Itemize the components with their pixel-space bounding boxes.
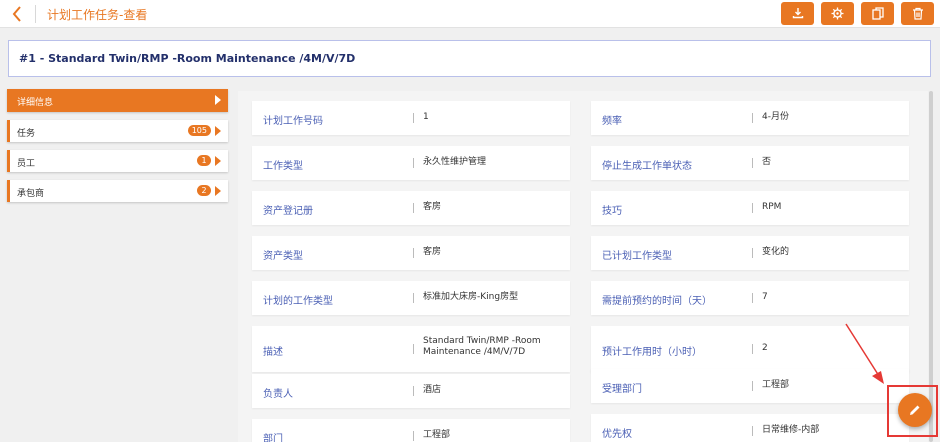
field-value: 变化的	[762, 247, 790, 257]
details-panel: 计划工作号码 1 工作类型 永久性维护管理 资产登记册 客房 资产类型 客房 计…	[238, 91, 928, 442]
sidebar-item-contractors[interactable]: 承包商 2	[7, 180, 228, 202]
field-label: 描述	[263, 347, 283, 358]
settings-button[interactable]	[821, 2, 854, 25]
field-work-number: 计划工作号码 1	[252, 101, 570, 135]
field-priority: 优先权 日常维修-内部	[591, 414, 909, 442]
field-label: 预计工作用时（小时）	[602, 347, 702, 358]
field-divider	[413, 158, 414, 168]
field-handling-department: 受理部门 工程部	[591, 369, 909, 403]
field-value: 7	[762, 292, 768, 302]
field-asset-type: 资产类型 客房	[252, 236, 570, 270]
field-frequency: 频率 4-月份	[591, 101, 909, 135]
count-badge: 105	[187, 125, 211, 136]
field-stop-workorder-status: 停止生成工作单状态 否	[591, 146, 909, 180]
top-bar: 计划工作任务-查看	[0, 0, 940, 28]
field-divider	[752, 381, 753, 391]
field-label: 工作类型	[263, 161, 303, 172]
field-work-type: 工作类型 永久性维护管理	[252, 146, 570, 180]
field-label: 需提前预约的时间（天）	[602, 296, 712, 307]
page-title: 计划工作任务-查看	[47, 8, 148, 22]
sidebar-item-accent	[7, 150, 10, 172]
field-label: 频率	[602, 116, 622, 127]
gear-icon	[831, 7, 844, 20]
field-label: 资产登记册	[263, 206, 313, 217]
count-badge: 1	[197, 155, 211, 166]
field-value: 否	[762, 157, 772, 167]
field-value: 1	[423, 112, 429, 122]
field-value: Standard Twin/RMP -Room Maintenance /4M/…	[423, 336, 541, 357]
field-label: 计划工作号码	[263, 116, 323, 127]
sidebar-item-label: 承包商	[17, 189, 45, 199]
field-value: 工程部	[423, 430, 451, 440]
sidebar-item-accent	[7, 180, 10, 202]
field-label: 优先权	[602, 429, 632, 440]
field-divider	[752, 158, 753, 168]
field-advance-booking-days: 需提前预约的时间（天） 7	[591, 281, 909, 315]
field-responsible: 负责人 酒店	[252, 374, 570, 408]
field-skill: 技巧 RPM	[591, 191, 909, 225]
chevron-right-icon	[215, 126, 221, 136]
sidebar-item-label: 任务	[17, 129, 36, 139]
field-divider	[413, 203, 414, 213]
field-planned-work-type: 计划的工作类型 标准加大床房-King房型	[252, 281, 570, 315]
field-label: 部门	[263, 434, 283, 442]
field-description: 描述 Standard Twin/RMP -Room Maintenance /…	[252, 326, 570, 372]
field-label: 计划的工作类型	[263, 296, 333, 307]
field-label: 受理部门	[602, 384, 642, 395]
trash-icon	[912, 7, 923, 20]
field-divider	[413, 113, 414, 123]
record-title-box: #1 - Standard Twin/RMP -Room Maintenance…	[8, 40, 931, 77]
field-estimated-hours: 预计工作用时（小时） 2	[591, 326, 909, 372]
field-divider	[752, 426, 753, 436]
field-label: 负责人	[263, 389, 293, 400]
sidebar-item-details[interactable]: 详细信息	[7, 89, 228, 112]
field-scheduled-work-type: 已计划工作类型 变化的	[591, 236, 909, 270]
field-label: 资产类型	[263, 251, 303, 262]
download-icon	[792, 8, 803, 19]
field-divider	[413, 431, 414, 441]
field-value: 客房	[423, 247, 442, 257]
edit-fab-button[interactable]	[898, 393, 932, 427]
copy-icon	[871, 7, 884, 20]
field-value: 酒店	[423, 385, 442, 395]
sidebar-item-accent	[7, 120, 10, 142]
sidebar-item-staff[interactable]: 员工 1	[7, 150, 228, 172]
copy-button[interactable]	[861, 2, 894, 25]
sidebar-item-label: 员工	[17, 159, 36, 169]
field-value: 永久性维护管理	[423, 157, 487, 167]
field-divider	[413, 248, 414, 258]
field-divider	[752, 344, 753, 354]
record-title: #1 - Standard Twin/RMP -Room Maintenance…	[19, 52, 356, 65]
field-divider	[752, 113, 753, 123]
field-divider	[752, 248, 753, 258]
field-value: 工程部	[762, 380, 790, 390]
chevron-right-icon	[215, 156, 221, 166]
field-label: 技巧	[602, 206, 622, 217]
sidebar-item-label: 详细信息	[17, 98, 54, 108]
download-button[interactable]	[781, 2, 814, 25]
field-divider	[752, 293, 753, 303]
field-value: 2	[762, 343, 768, 353]
field-department: 部门 工程部	[252, 419, 570, 442]
header-divider	[35, 5, 36, 23]
field-label: 停止生成工作单状态	[602, 161, 692, 172]
back-arrow-icon[interactable]	[8, 4, 28, 24]
field-value: RPM	[762, 202, 782, 212]
pencil-icon	[910, 405, 920, 415]
field-label: 已计划工作类型	[602, 251, 672, 262]
field-value: 4-月份	[762, 112, 789, 122]
field-divider	[413, 293, 414, 303]
count-badge: 2	[197, 185, 211, 196]
sidebar-item-tasks[interactable]: 任务 105	[7, 120, 228, 142]
chevron-right-icon	[215, 95, 221, 105]
field-value: 标准加大床房-King房型	[423, 292, 519, 302]
field-divider	[413, 386, 414, 396]
field-asset-register: 资产登记册 客房	[252, 191, 570, 225]
field-divider	[752, 203, 753, 213]
chevron-right-icon	[215, 186, 221, 196]
field-divider	[413, 344, 414, 354]
field-value: 客房	[423, 202, 442, 212]
delete-button[interactable]	[901, 2, 934, 25]
field-value: 日常维修-内部	[762, 425, 820, 435]
